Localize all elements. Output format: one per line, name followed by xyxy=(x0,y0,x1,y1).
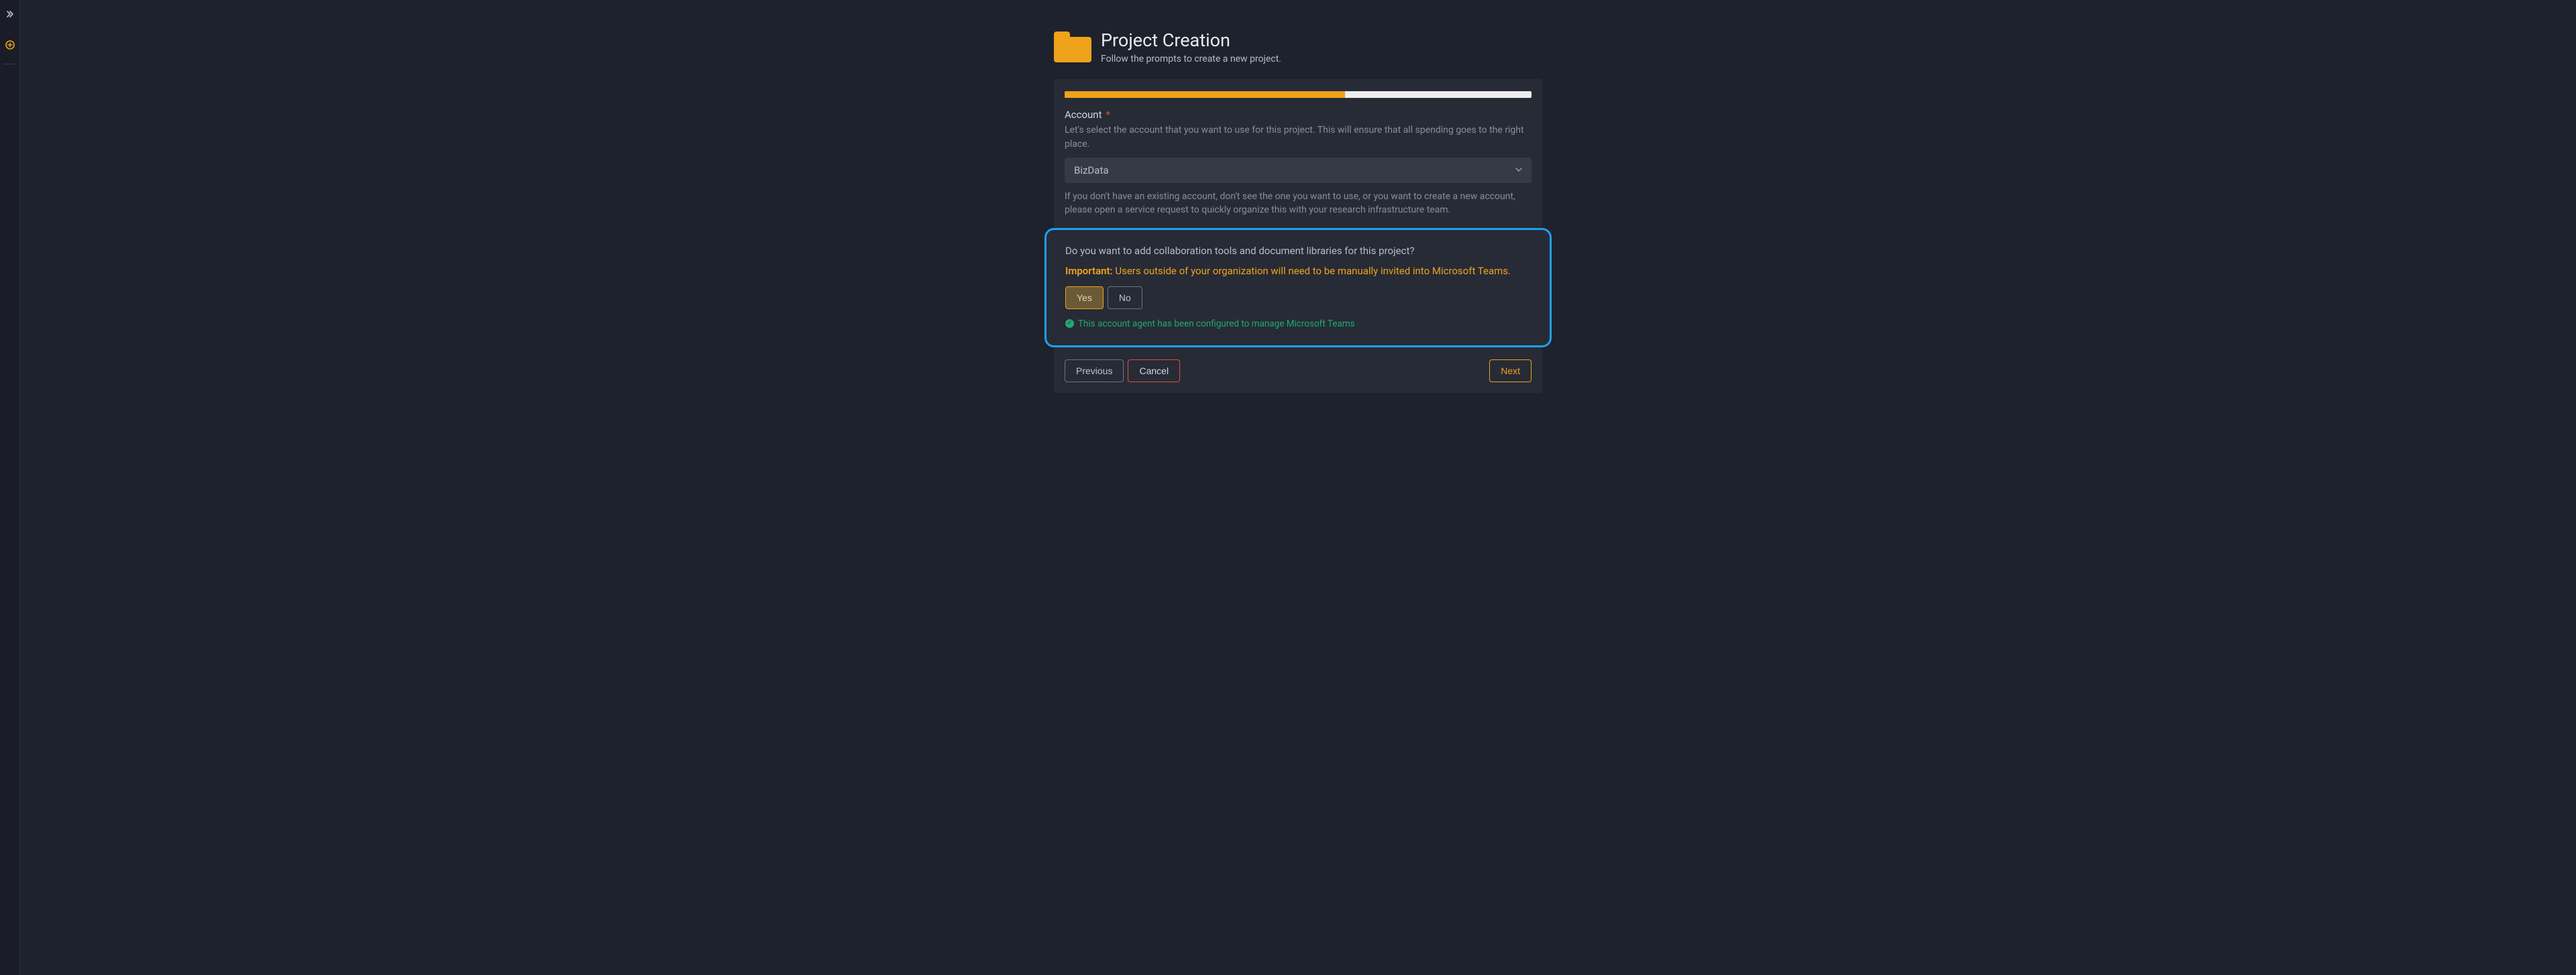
progress-bar xyxy=(1065,91,1532,98)
important-label: Important: xyxy=(1065,265,1113,277)
collab-callout: Do you want to add collaboration tools a… xyxy=(1044,228,1552,347)
collab-important: Important: Users outside of your organiz… xyxy=(1065,265,1531,277)
main-content: Project Creation Follow the prompts to c… xyxy=(20,0,2576,975)
collab-question: Do you want to add collaboration tools a… xyxy=(1065,245,1531,257)
account-help-top: Let's select the account that you want t… xyxy=(1065,123,1532,151)
account-select[interactable]: BizData xyxy=(1065,158,1532,183)
progress-fill xyxy=(1065,91,1345,98)
sidebar xyxy=(0,0,20,975)
folder-icon xyxy=(1054,32,1091,62)
previous-button[interactable]: Previous xyxy=(1065,359,1124,382)
required-marker: * xyxy=(1106,109,1110,121)
add-icon[interactable] xyxy=(5,40,15,52)
page-subtitle: Follow the prompts to create a new proje… xyxy=(1101,54,1281,64)
page-title: Project Creation xyxy=(1101,30,1281,51)
collab-status-text: This account agent has been configured t… xyxy=(1078,319,1355,329)
sidebar-expand-icon[interactable] xyxy=(6,7,14,25)
account-select-value: BizData xyxy=(1074,164,1109,176)
wizard-footer: Previous Cancel Next xyxy=(1065,359,1532,382)
next-button[interactable]: Next xyxy=(1489,359,1532,382)
page-header: Project Creation Follow the prompts to c… xyxy=(1054,30,1542,64)
collab-no-button[interactable]: No xyxy=(1108,286,1142,309)
cancel-button[interactable]: Cancel xyxy=(1128,359,1180,382)
account-help-bottom: If you don't have an existing account, d… xyxy=(1065,190,1532,217)
collab-option-row: Yes No xyxy=(1065,286,1531,309)
account-label: Account * xyxy=(1065,109,1532,121)
check-circle-icon: ✓ xyxy=(1065,319,1074,328)
collab-status: ✓ This account agent has been configured… xyxy=(1065,319,1531,329)
collab-yes-button[interactable]: Yes xyxy=(1065,286,1104,309)
chevron-down-icon xyxy=(1515,166,1522,175)
important-text: Users outside of your organization will … xyxy=(1113,265,1511,277)
account-label-text: Account xyxy=(1065,109,1102,121)
wizard-card: Account * Let's select the account that … xyxy=(1054,79,1542,392)
